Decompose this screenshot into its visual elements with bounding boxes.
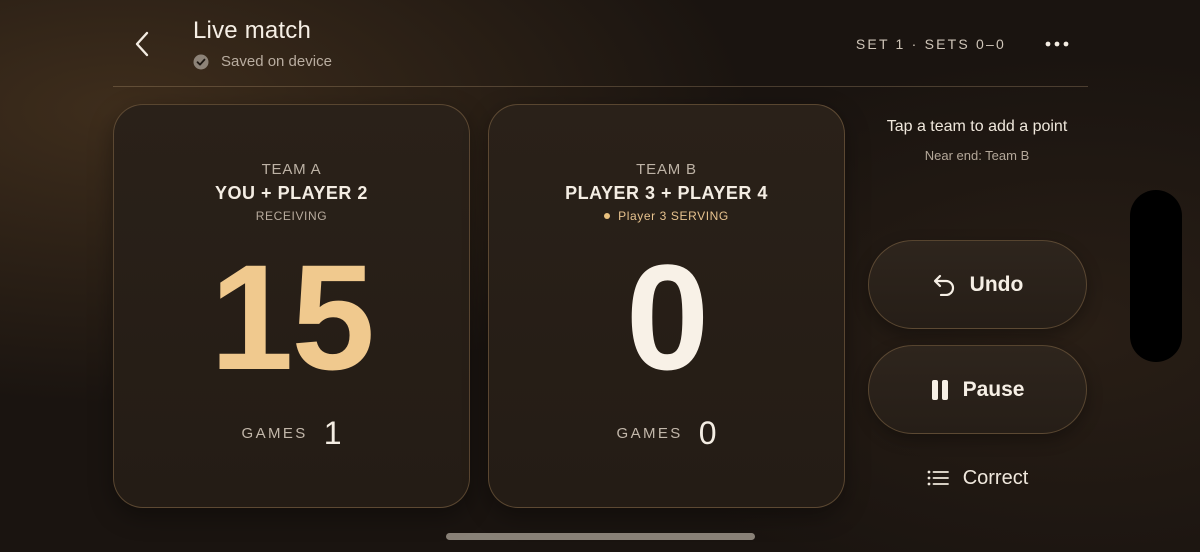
- team-b-status-text: Player 3 SERVING: [618, 209, 729, 223]
- team-a-games-value: 1: [323, 415, 342, 451]
- team-b-games-value: 0: [698, 415, 717, 451]
- saved-status: Saved on device: [193, 53, 332, 70]
- team-a-players: YOU + PLAYER 2: [215, 183, 368, 203]
- team-a-status: RECEIVING: [114, 209, 469, 223]
- more-horizontal-icon: [1045, 41, 1069, 47]
- pause-button[interactable]: Pause: [868, 345, 1087, 434]
- undo-icon: [933, 274, 954, 296]
- device-notch: [1130, 190, 1182, 362]
- pause-label: Pause: [962, 377, 1025, 401]
- near-end-info: Near end: Team B: [924, 148, 1030, 163]
- team-a-score: 15: [210, 233, 375, 401]
- team-a-status-text: RECEIVING: [255, 209, 328, 223]
- more-button[interactable]: [1043, 32, 1071, 56]
- chevron-left-icon: [135, 31, 149, 57]
- header-divider: [113, 86, 1088, 87]
- serving-dot-icon: [604, 213, 611, 219]
- team-a-card[interactable]: TEAM A YOU + PLAYER 2 RECEIVING 15 GAMES…: [113, 104, 470, 508]
- pause-icon: [931, 379, 948, 400]
- undo-button[interactable]: Undo: [868, 240, 1087, 329]
- team-b-card[interactable]: TEAM B PLAYER 3 + PLAYER 4 Player 3 SERV…: [488, 104, 845, 508]
- undo-label: Undo: [969, 272, 1024, 296]
- tap-hint: Tap a team to add a point: [886, 118, 1068, 135]
- team-b-score: 0: [625, 233, 709, 401]
- team-b-players: PLAYER 3 + PLAYER 4: [565, 183, 768, 203]
- home-indicator[interactable]: [446, 533, 755, 540]
- back-button[interactable]: [128, 28, 156, 60]
- team-b-games: GAMES 0: [489, 415, 844, 452]
- team-a-games: GAMES 1: [114, 415, 469, 452]
- team-a-games-label: GAMES: [241, 425, 308, 442]
- saved-status-text: Saved on device: [221, 53, 332, 70]
- page-title: Live match: [193, 17, 312, 44]
- list-icon: [927, 470, 949, 486]
- team-b-games-label: GAMES: [616, 425, 683, 442]
- team-b-status: Player 3 SERVING: [489, 209, 844, 223]
- correct-button[interactable]: Correct: [868, 462, 1087, 494]
- correct-label: Correct: [962, 466, 1029, 489]
- set-info: SET 1 · SETS 0–0: [855, 36, 1006, 52]
- team-a-label: TEAM A: [261, 161, 322, 178]
- check-circle-icon: [193, 54, 209, 69]
- team-b-label: TEAM B: [636, 161, 697, 178]
